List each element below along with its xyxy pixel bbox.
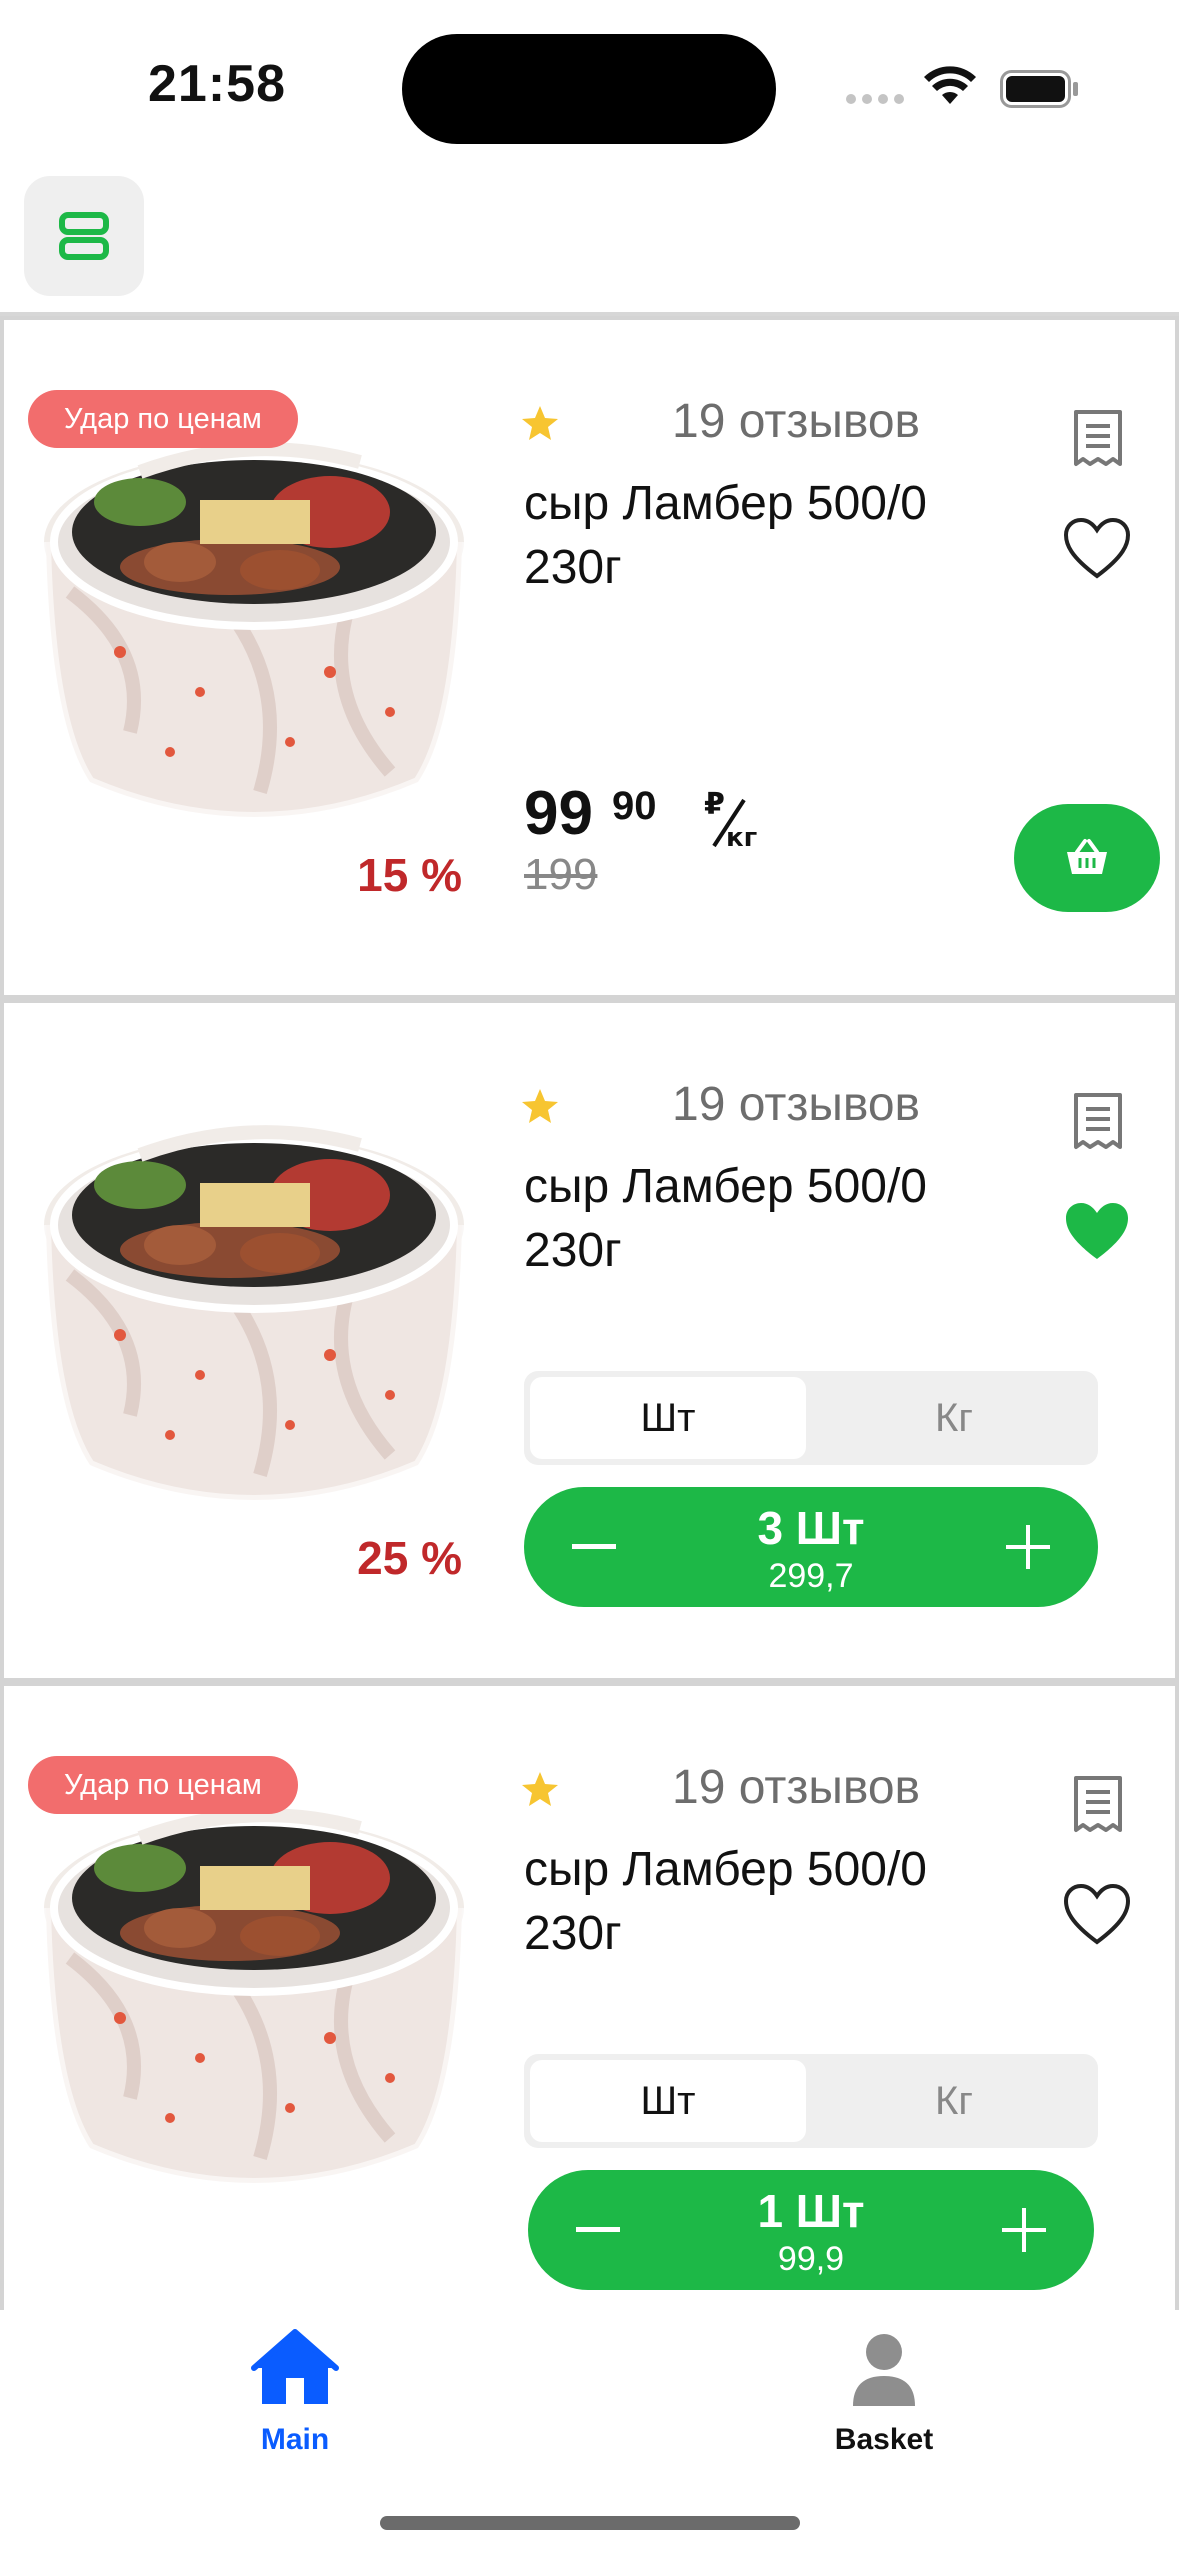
price-main: 99 xyxy=(524,779,593,848)
discount-label: 25 % xyxy=(357,1532,462,1584)
product-image xyxy=(30,392,478,832)
price-old: 199 xyxy=(524,850,598,899)
favorite-heart-icon[interactable] xyxy=(1062,1882,1132,1946)
list-icon xyxy=(59,212,109,260)
quantity-value: 1 Шт xyxy=(757,2185,865,2237)
tab-basket-label: Basket xyxy=(834,2423,934,2456)
cellular-signal-icon xyxy=(846,94,906,106)
unit-toggle[interactable]: Шт Кг xyxy=(524,2054,1098,2148)
unit-option-pieces[interactable]: Шт xyxy=(530,1377,806,1459)
favorite-heart-filled-icon[interactable] xyxy=(1062,1199,1132,1263)
product-card[interactable]: 25 % 19 отзывов сыр Ламбер 500/0 230г Шт… xyxy=(0,999,1179,1682)
reviews-link[interactable]: 19 отзывов xyxy=(672,1760,920,1815)
svg-text:кг: кг xyxy=(726,823,757,852)
product-title: сыр Ламбер 500/0 230г xyxy=(524,477,927,594)
unit-toggle[interactable]: Шт Кг xyxy=(524,1371,1098,1465)
wifi-icon xyxy=(924,66,976,104)
quantity-stepper: 1 Шт 99,9 xyxy=(528,2170,1094,2290)
layout-toggle-button[interactable] xyxy=(24,176,144,296)
dynamic-island xyxy=(402,34,776,144)
promo-badge: Удар по ценам xyxy=(28,1756,298,1814)
battery-icon xyxy=(1000,70,1078,108)
minus-icon xyxy=(576,2227,620,2232)
receipt-icon[interactable] xyxy=(1066,1772,1130,1836)
increase-button[interactable] xyxy=(974,2170,1074,2290)
basket-icon xyxy=(1067,839,1107,874)
star-icon xyxy=(522,1089,558,1123)
product-card[interactable]: Удар по ценам 19 отзывов сыр Ламбер 500/… xyxy=(0,1682,1179,2365)
product-image xyxy=(30,1075,478,1515)
home-indicator xyxy=(380,2516,800,2530)
unit-option-pieces[interactable]: Шт xyxy=(530,2060,806,2142)
promo-badge: Удар по ценам xyxy=(28,390,298,448)
star-icon xyxy=(522,406,558,440)
add-to-basket-button[interactable] xyxy=(1014,804,1160,912)
quantity-stepper: 3 Шт 299,7 xyxy=(524,1487,1098,1607)
discount-label: 15 % xyxy=(357,849,462,901)
receipt-icon[interactable] xyxy=(1066,406,1130,470)
tab-basket[interactable]: Basket xyxy=(764,2328,1004,2468)
product-image xyxy=(30,1758,478,2198)
product-title: сыр Ламбер 500/0 230г xyxy=(524,1160,927,1277)
status-bar: 21:58 xyxy=(0,0,1179,170)
product-title: сыр Ламбер 500/0 230г xyxy=(524,1843,927,1960)
product-card[interactable]: Удар по ценам 15 % 19 отзывов сыр Ламбер… xyxy=(0,316,1179,999)
quantity-sum: 99,9 xyxy=(777,2240,845,2278)
status-time: 21:58 xyxy=(148,55,286,113)
receipt-icon[interactable] xyxy=(1066,1089,1130,1153)
price-cents: 90 xyxy=(612,784,657,828)
favorite-heart-icon[interactable] xyxy=(1062,516,1132,580)
reviews-link[interactable]: 19 отзывов xyxy=(672,394,920,449)
tab-main[interactable]: Main xyxy=(175,2328,415,2468)
home-icon xyxy=(251,2329,339,2404)
unit-option-kg[interactable]: Кг xyxy=(816,1377,1092,1459)
tab-main-label: Main xyxy=(260,2423,330,2456)
star-icon xyxy=(522,1772,558,1806)
minus-icon xyxy=(572,1544,616,1549)
reviews-link[interactable]: 19 отзывов xyxy=(672,1077,920,1132)
quantity-value: 3 Шт xyxy=(757,1502,865,1554)
ruble-per-kg-icon: ₽ кг xyxy=(704,787,757,852)
quantity-sum: 299,7 xyxy=(768,1557,854,1595)
plus-icon xyxy=(1006,1525,1050,1569)
increase-button[interactable] xyxy=(978,1487,1078,1607)
person-icon xyxy=(853,2334,915,2406)
svg-text:₽: ₽ xyxy=(704,787,725,822)
unit-option-kg[interactable]: Кг xyxy=(816,2060,1092,2142)
plus-icon xyxy=(1002,2208,1046,2252)
